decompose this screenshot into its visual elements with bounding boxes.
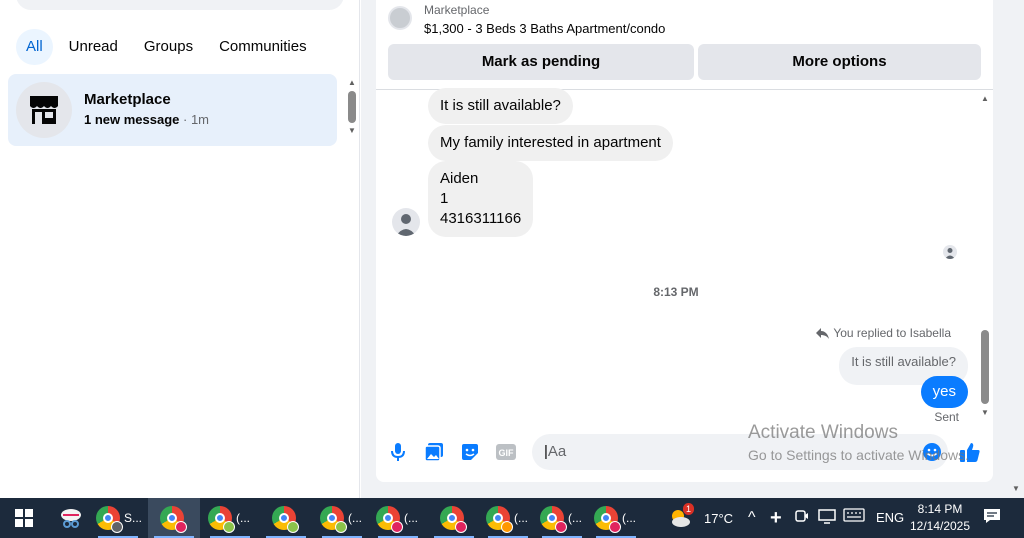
taskbar-chrome-app-8[interactable]: (... — [482, 498, 534, 538]
separator: · — [179, 112, 191, 127]
message-bubble-1[interactable]: It is still available? — [428, 88, 573, 124]
filter-tabs: All Unread Groups Communities — [16, 29, 317, 65]
filter-unread[interactable]: Unread — [59, 29, 128, 65]
replied-indicator: You replied to Isabella — [816, 326, 951, 340]
unread-text: 1 new message — [84, 112, 180, 127]
taskbar-chrome-app-7[interactable] — [428, 498, 480, 538]
my-message-bubble[interactable]: yes — [920, 376, 968, 408]
message-bubble-2[interactable]: My family interested in apartment — [428, 125, 673, 161]
weather-temp: 17°C — [704, 510, 734, 526]
snipping-tool-icon[interactable] — [56, 498, 86, 538]
screen: All Unread Groups Communities Marketplac… — [0, 0, 1024, 538]
taskbar-app-label: (... — [236, 511, 250, 525]
chat-preview: 1 new message · 1m — [84, 112, 209, 127]
header-label: Marketplace — [424, 3, 490, 17]
taskbar: S... (... (... (... (... (... (... 1 17°… — [0, 498, 1024, 538]
scroll-thumb[interactable] — [348, 91, 356, 123]
chat-title: Marketplace — [84, 91, 171, 108]
person-icon — [396, 214, 416, 236]
activate-windows-watermark: Activate Windows Go to Settings to activ… — [748, 421, 969, 465]
scroll-down-arrow-icon[interactable]: ▼ — [978, 408, 992, 418]
chrome-icon — [160, 506, 187, 533]
chat-list-pane: All Unread Groups Communities Marketplac… — [0, 0, 360, 498]
gif-icon[interactable]: GIF — [494, 440, 518, 464]
taskbar-chrome-app-2[interactable] — [148, 498, 200, 538]
mark-as-pending-button[interactable]: Mark as pending — [388, 44, 694, 80]
scroll-thumb[interactable] — [981, 330, 989, 404]
weather-icon: 1 — [668, 503, 694, 530]
filter-all[interactable]: All — [16, 29, 53, 65]
microphone-icon[interactable] — [386, 440, 410, 464]
chrome-icon — [540, 506, 567, 533]
time-divider: 8:13 PM — [653, 285, 699, 299]
taskbar-app-label: (... — [622, 511, 636, 525]
taskbar-chrome-app-6[interactable]: (... — [372, 498, 424, 538]
sticker-icon[interactable] — [458, 440, 482, 464]
filter-communities[interactable]: Communities — [209, 29, 317, 65]
listing-thumbnail[interactable] — [388, 6, 412, 30]
storefront-icon — [16, 82, 72, 138]
chrome-icon — [486, 506, 513, 533]
chrome-icon — [208, 506, 235, 533]
svg-text:GIF: GIF — [499, 448, 515, 458]
chrome-icon — [272, 506, 299, 533]
chat-list-scrollbar[interactable]: ▲ ▼ — [344, 78, 360, 142]
watermark-line-1: Activate Windows — [748, 422, 898, 443]
seen-avatar — [943, 245, 957, 259]
clock-time: 8:14 PM — [917, 502, 963, 516]
search-bar[interactable] — [16, 0, 344, 10]
reply-icon — [816, 327, 830, 339]
taskbar-chrome-app-1[interactable]: S... — [92, 498, 144, 538]
chrome-icon — [594, 506, 621, 533]
page-scroll-down-arrow-icon[interactable]: ▼ — [1012, 484, 1020, 493]
listing-title[interactable]: $1,300 - 3 Beds 3 Baths Apartment/condo — [424, 21, 665, 36]
chat-item-marketplace[interactable]: Marketplace 1 new message · 1m — [8, 74, 337, 146]
chrome-icon — [96, 506, 123, 533]
windows-start-icon[interactable] — [0, 498, 48, 538]
taskbar-app-label: (... — [514, 511, 528, 525]
taskbar-chrome-app-10[interactable]: (... — [590, 498, 642, 538]
clock-date: 12/14/2025 — [909, 519, 971, 533]
watermark-line-2: Go to Settings to activate Windows. — [748, 447, 969, 463]
person-icon — [945, 248, 955, 259]
chat-time: 1m — [190, 112, 210, 127]
language-indicator[interactable]: ENG — [876, 510, 904, 525]
filter-groups[interactable]: Groups — [134, 29, 203, 65]
taskbar-app-label: (... — [404, 511, 418, 525]
taskbar-app-label: S... — [124, 511, 143, 525]
chrome-icon — [320, 506, 347, 533]
taskbar-app-label: (... — [348, 511, 362, 525]
taskbar-chrome-app-3[interactable]: (... — [204, 498, 256, 538]
scroll-up-arrow-icon[interactable]: ▲ — [978, 94, 992, 104]
weather-badge: 1 — [682, 503, 694, 515]
plus-icon[interactable]: + — [770, 508, 782, 528]
chrome-icon — [440, 506, 467, 533]
conversation-scrollbar[interactable]: ▲ ▼ — [978, 94, 992, 420]
message-input-placeholder: Aa — [547, 443, 567, 460]
meet-now-icon[interactable] — [795, 508, 809, 530]
weather-widget[interactable]: 1 17°C — [668, 498, 736, 538]
message-bubble-3[interactable]: Aiden 1 4316311166 — [428, 161, 534, 237]
photo-icon[interactable] — [422, 440, 446, 464]
taskbar-chrome-app-5[interactable]: (... — [316, 498, 368, 538]
sender-avatar[interactable] — [392, 208, 420, 236]
replied-label: You replied to Isabella — [833, 326, 951, 340]
more-options-button[interactable]: More options — [698, 44, 981, 80]
display-icon[interactable] — [818, 508, 836, 530]
scroll-up-arrow-icon[interactable]: ▲ — [344, 78, 360, 88]
notification-icon[interactable] — [983, 508, 1001, 530]
scroll-down-arrow-icon[interactable]: ▼ — [344, 126, 360, 136]
taskbar-app-label: (... — [568, 511, 582, 525]
chevron-up-icon[interactable]: ^ — [748, 508, 756, 528]
conversation-pane: Marketplace $1,300 - 3 Beds 3 Baths Apar… — [376, 0, 993, 482]
taskbar-chrome-app-4[interactable] — [260, 498, 312, 538]
chrome-icon — [376, 506, 403, 533]
clock[interactable]: 8:14 PM 12/14/2025 — [904, 501, 976, 535]
keyboard-icon[interactable] — [843, 508, 865, 528]
taskbar-chrome-app-9[interactable]: (... — [536, 498, 588, 538]
